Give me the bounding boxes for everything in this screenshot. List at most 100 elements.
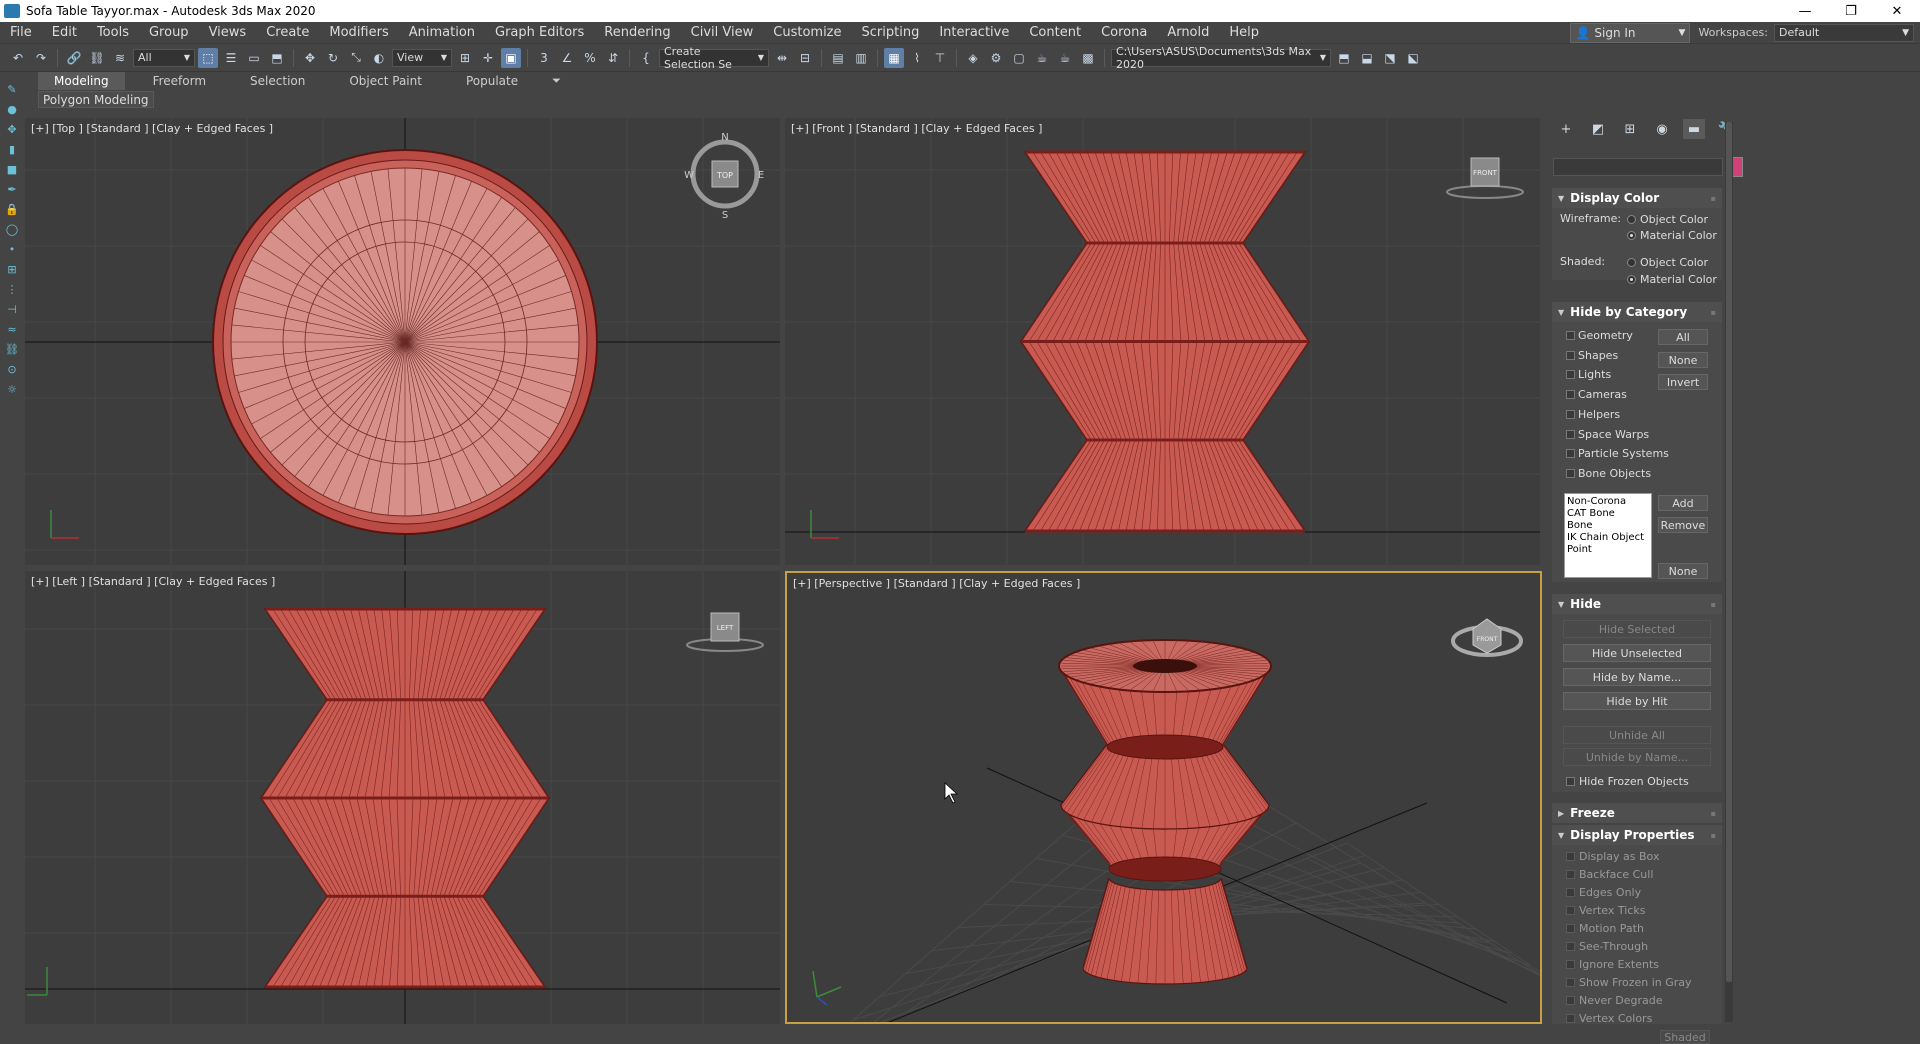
category-particle-systems-checkbox[interactable] (1566, 449, 1575, 459)
scrollbar-thumb[interactable] (1726, 122, 1732, 982)
unhide-all-button[interactable]: Unhide All (1563, 726, 1711, 744)
viewcube[interactable]: FRONT (1446, 157, 1524, 199)
unhide-by-name-button[interactable]: Unhide by Name... (1563, 748, 1711, 766)
all-button[interactable]: All (1658, 329, 1708, 345)
menu-modifiers[interactable]: Modifiers (319, 22, 398, 44)
viewcube-compass[interactable]: TOP N S E W (684, 132, 764, 221)
vertex-colors-shaded-button[interactable]: Shaded (1660, 1030, 1710, 1044)
category-shapes-checkbox[interactable] (1566, 350, 1575, 360)
menu-arnold[interactable]: Arnold (1157, 22, 1219, 44)
property-motion-path-checkbox[interactable] (1566, 924, 1575, 933)
angle-snap-icon[interactable]: ∠ (557, 48, 577, 68)
display-tab-icon[interactable]: ▬ (1683, 119, 1705, 139)
property-backface-cull-checkbox[interactable] (1566, 870, 1575, 879)
shaded-material-color-radio[interactable] (1627, 275, 1636, 284)
polygon-modeling-panel[interactable]: Polygon Modeling (38, 91, 154, 108)
list-item[interactable]: CAT Bone (1567, 508, 1649, 520)
maximize-button[interactable]: ❐ (1828, 0, 1874, 22)
create-icon[interactable]: ✎ (5, 82, 19, 96)
open-project-icon[interactable]: ⬓ (1357, 48, 1377, 68)
property-edges-only-checkbox[interactable] (1566, 888, 1575, 897)
minimize-button[interactable]: — (1782, 0, 1828, 22)
bind-space-warp-icon[interactable]: ≋ (110, 48, 130, 68)
property-never-degrade-checkbox[interactable] (1566, 996, 1575, 1005)
hierarchy-tab-icon[interactable]: ⊞ (1619, 119, 1641, 139)
select-object-icon[interactable]: ⬚ (198, 47, 218, 68)
viewport-label[interactable]: [+] [Left ] [Standard ] [Clay + Edged Fa… (31, 575, 275, 588)
menu-content[interactable]: Content (1019, 22, 1091, 44)
category-geometry-checkbox[interactable] (1566, 331, 1575, 340)
menu-graph-editors[interactable]: Graph Editors (485, 22, 594, 44)
schematic-view-icon[interactable]: ⊤ (930, 48, 950, 68)
move-icon[interactable]: ✥ (5, 122, 19, 136)
menu-rendering[interactable]: Rendering (594, 22, 680, 44)
vertex-icon[interactable]: ⋮ (5, 282, 19, 296)
hide-selected-button[interactable]: Hide Selected (1563, 620, 1711, 638)
align-icon[interactable]: ⊟ (795, 48, 815, 68)
render-cloud-icon[interactable]: ▩ (1078, 48, 1098, 68)
project-path-dropdown[interactable]: C:\Users\ASUS\Documents\3ds Max 2020 ▼ (1111, 45, 1331, 71)
rendered-frame-window-icon[interactable]: ▢ (1009, 48, 1029, 68)
wireframe-material-color-radio[interactable] (1627, 231, 1636, 240)
orbit-icon[interactable]: ⊙ (5, 362, 19, 376)
edit-named-selection-icon[interactable]: { (636, 48, 656, 68)
viewport-label[interactable]: [+] [Front ] [Standard ] [Clay + Edged F… (791, 122, 1042, 135)
display-color-header[interactable]: ▼ Display Color ▪ (1552, 188, 1722, 208)
menu-views[interactable]: Views (199, 22, 257, 44)
menu-animation[interactable]: Animation (399, 22, 485, 44)
category-helpers-checkbox[interactable] (1566, 409, 1575, 419)
hide-unselected-button[interactable]: Hide Unselected (1563, 644, 1711, 662)
menu-create[interactable]: Create (256, 22, 319, 44)
chain-icon[interactable]: ⛓ (5, 342, 19, 356)
property-ignore-extents-checkbox[interactable] (1566, 960, 1575, 969)
list-item[interactable]: Non-Corona (1567, 496, 1649, 508)
menu-tools[interactable]: Tools (87, 22, 139, 44)
archive-project-icon[interactable]: ⬕ (1403, 48, 1423, 68)
move-icon[interactable]: ✥ (300, 48, 320, 68)
render-setup-icon[interactable]: ⚙ (986, 48, 1006, 68)
render-production-icon[interactable]: ☕ (1032, 48, 1052, 68)
motion-tab-icon[interactable]: ◉ (1651, 119, 1673, 139)
sphere-icon[interactable]: ● (5, 102, 19, 116)
object-name-field[interactable] (1553, 158, 1723, 176)
spinner-snap-icon[interactable]: ⇵ (603, 48, 623, 68)
list-item[interactable]: Point (1567, 544, 1649, 556)
viewport-left[interactable]: [+] [Left ] [Standard ] [Clay + Edged Fa… (25, 571, 780, 1024)
redo-icon[interactable]: ↷ (31, 48, 51, 68)
hide-by-hit-button[interactable]: Hide by Hit (1563, 692, 1711, 710)
list-item[interactable]: IK Chain Object (1567, 532, 1649, 544)
unlink-icon[interactable]: ⛓ (87, 48, 107, 68)
property-display-as-box-checkbox[interactable] (1566, 852, 1575, 861)
menu-customize[interactable]: Customize (763, 22, 851, 44)
brush-icon[interactable]: ⬩ (5, 242, 19, 256)
hide-by-category-header[interactable]: ▼ Hide by Category ▪ (1552, 302, 1722, 322)
category-space-warps-checkbox[interactable] (1566, 429, 1575, 439)
ribbon-options-icon[interactable]: ⏷ (552, 72, 561, 90)
property-show-frozen-in-gray-checkbox[interactable] (1566, 978, 1575, 987)
select-by-name-icon[interactable]: ☰ (221, 48, 241, 68)
viewport-label[interactable]: [+] [Top ] [Standard ] [Clay + Edged Fac… (31, 122, 273, 135)
remove-button[interactable]: Remove (1658, 517, 1708, 533)
none-list-button[interactable]: None (1658, 563, 1708, 579)
tab-modeling[interactable]: Modeling (38, 72, 125, 90)
scale-icon[interactable]: ⤡ (346, 48, 366, 68)
reference-coord-dropdown[interactable]: View ▼ (392, 48, 452, 67)
viewcube[interactable]: FRONT (1451, 618, 1523, 657)
menu-scripting[interactable]: Scripting (852, 22, 930, 44)
sign-in-button[interactable]: 👤 Sign In ▼ (1570, 22, 1691, 43)
pen-icon[interactable]: ✒ (5, 182, 19, 196)
menu-corona[interactable]: Corona (1091, 22, 1157, 44)
select-manipulate-icon[interactable]: ✛ (478, 48, 498, 68)
invert-button[interactable]: Invert (1658, 374, 1708, 390)
tab-selection[interactable]: Selection (234, 72, 321, 90)
selection-filter-dropdown[interactable]: All ▼ (133, 48, 195, 67)
list-item[interactable]: Bone (1567, 520, 1649, 532)
grid-icon[interactable]: ⊞ (5, 262, 19, 276)
keyboard-shortcut-override-icon[interactable]: ▣ (501, 47, 521, 68)
percent-snap-icon[interactable]: % (580, 48, 600, 68)
viewport-perspective[interactable]: [+] [Perspective ] [Standard ] [Clay + E… (785, 571, 1542, 1024)
property-vertex-ticks-checkbox[interactable] (1566, 906, 1575, 915)
hide-by-name-button[interactable]: Hide by Name... (1563, 668, 1711, 686)
shaded-object-color-radio[interactable] (1627, 258, 1636, 267)
menu-help[interactable]: Help (1219, 22, 1269, 44)
